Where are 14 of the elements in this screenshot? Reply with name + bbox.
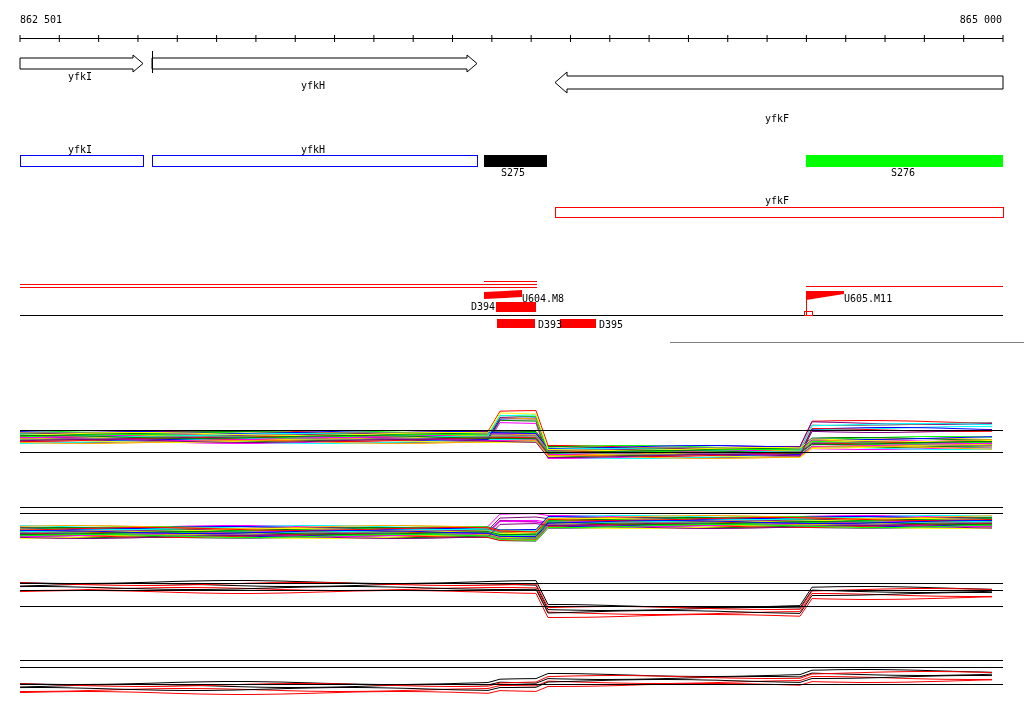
gene-label: yfkI: [67, 71, 93, 82]
gene-label: yfkH: [300, 80, 326, 91]
annotation-label: yfkI: [67, 144, 93, 155]
segment-label: S276: [890, 167, 916, 178]
feature-label: D395: [599, 319, 624, 330]
gene-label: yfkF: [764, 113, 790, 124]
annotation-label: yfkH: [300, 144, 326, 155]
feature-label: U605.M11: [844, 293, 893, 304]
ruler-end-label: 865 000: [959, 14, 1002, 25]
feature-label: U604.M8: [522, 293, 565, 304]
transcript-label: yfkF: [764, 195, 790, 206]
feature-label: D394: [471, 301, 496, 312]
segment-label: S275: [500, 167, 526, 178]
ruler-start-label: 862 501: [20, 14, 63, 25]
